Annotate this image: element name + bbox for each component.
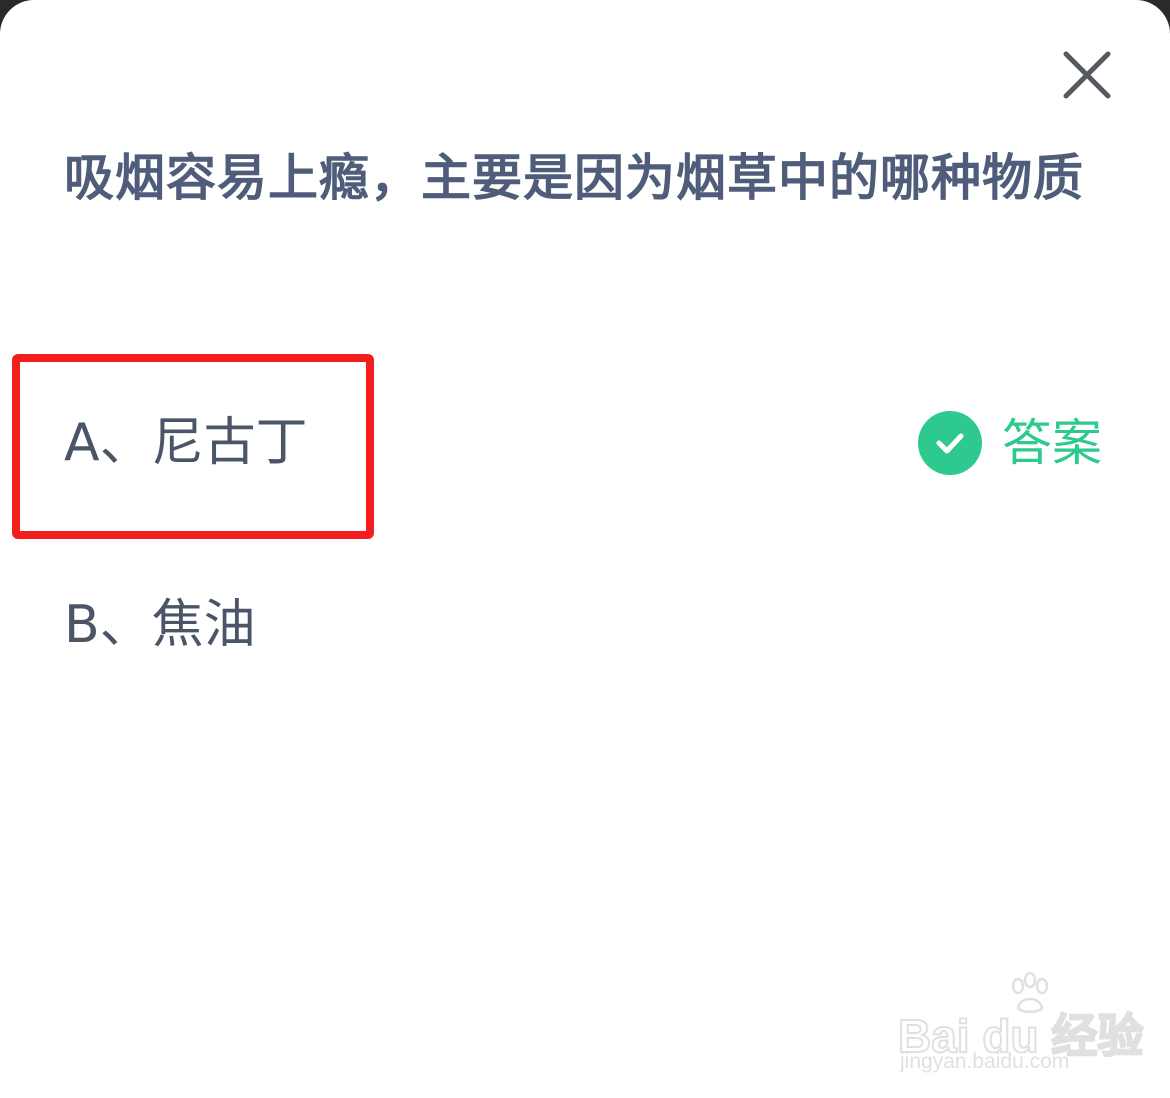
question-text: 吸烟容易上瘾，主要是因为烟草中的哪种物质 xyxy=(64,149,1084,207)
check-circle-icon xyxy=(918,411,982,475)
option-b[interactable]: B、焦油 xyxy=(64,580,1114,670)
option-b-label: B、焦油 xyxy=(64,595,256,655)
close-button[interactable] xyxy=(1056,44,1118,106)
answer-tag: 答案 xyxy=(918,398,1102,488)
quiz-sheet: 吸烟容易上瘾，主要是因为烟草中的哪种物质 A、尼古丁 答案 B、焦油 Bai d… xyxy=(0,0,1170,1098)
answer-label: 答案 xyxy=(1002,414,1102,472)
option-a-label: A、尼古丁 xyxy=(64,413,308,473)
baidu-watermark: Bai du 经验 jingyan.baidu.com xyxy=(896,972,1144,1082)
watermark-url: jingyan.baidu.com xyxy=(900,1050,1070,1073)
close-icon xyxy=(1063,51,1111,99)
option-a[interactable]: A、尼古丁 答案 xyxy=(64,398,1114,488)
